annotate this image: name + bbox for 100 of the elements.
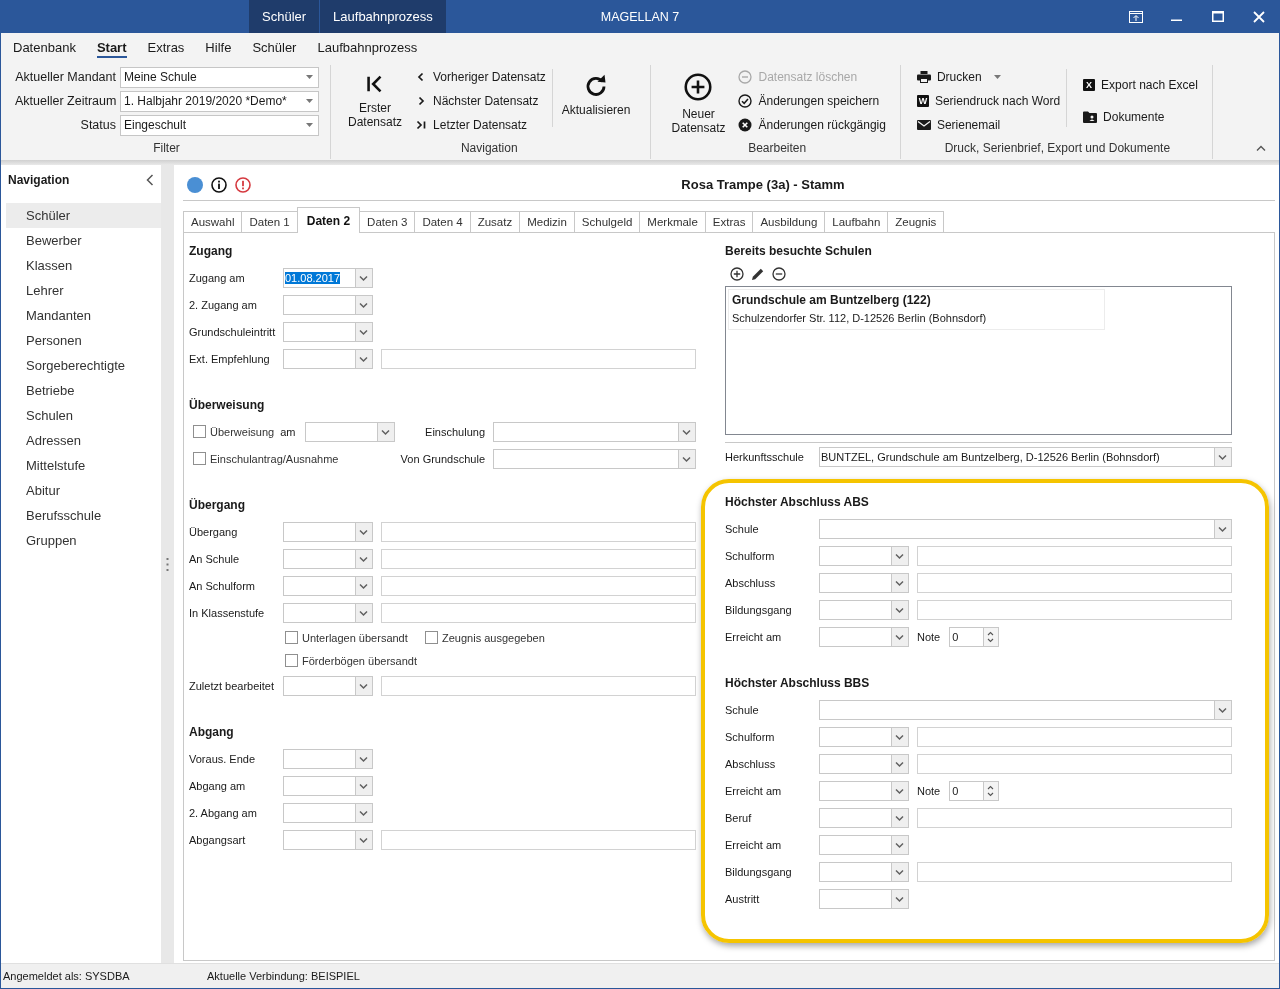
dropdown-field[interactable] — [283, 775, 373, 796]
dropdown-field[interactable] — [819, 861, 909, 882]
caret-down-icon[interactable] — [993, 75, 1001, 79]
menu-tab[interactable]: Start — [96, 37, 127, 58]
text-field[interactable] — [381, 675, 696, 696]
close-icon[interactable] — [1252, 10, 1265, 23]
text-field[interactable] — [917, 572, 1232, 593]
ribbon-button[interactable]: X Export nach Excel — [1083, 73, 1198, 97]
ribbon-button[interactable]: Aktualisieren — [558, 65, 634, 137]
dropdown-field[interactable] — [819, 888, 909, 909]
menu-tab[interactable]: Schüler — [252, 37, 297, 58]
caret-down-icon[interactable] — [306, 99, 313, 103]
dropdown-field[interactable] — [283, 548, 373, 569]
nav-item[interactable]: Schüler — [6, 203, 161, 228]
ribbon-button[interactable]: W Seriendruck nach Word — [916, 89, 1061, 113]
dropdown-field[interactable] — [283, 748, 373, 769]
dropdown-field[interactable]: BUNTZEL, Grundschule am Buntzelberg, D-12526 Berlin (Bohnsdorf) — [819, 446, 1232, 467]
dropdown-field[interactable] — [819, 726, 909, 747]
checkbox-label[interactable]: Überweisung — [210, 425, 275, 438]
grip-icon[interactable] — [166, 557, 169, 571]
menu-tab[interactable]: Extras — [147, 37, 185, 58]
dropdown-field[interactable]: 01.08.2017 — [283, 267, 373, 288]
dropdown-field[interactable] — [283, 521, 373, 542]
nav-item[interactable]: Berufsschule — [6, 503, 161, 528]
ribbon-button[interactable]: Änderungen rückgängig — [738, 113, 886, 137]
ribbon-button[interactable]: Neuer Datensatz — [668, 65, 729, 137]
dropdown-field[interactable]: Meine Schule — [120, 66, 319, 88]
tab[interactable]: Daten 2 — [296, 207, 361, 233]
ribbon-button[interactable]: Dokumente — [1083, 105, 1198, 129]
tab[interactable]: Auswahl — [183, 211, 243, 232]
dropdown-field[interactable] — [305, 421, 396, 442]
text-field[interactable] — [381, 829, 696, 850]
dropdown-field[interactable] — [819, 807, 909, 828]
checkbox[interactable] — [285, 631, 298, 644]
dropdown-field[interactable] — [493, 421, 696, 442]
text-field[interactable] — [381, 602, 696, 623]
chevron-up-icon[interactable] — [1256, 145, 1266, 151]
dropdown-field[interactable] — [283, 321, 373, 342]
ribbon-button[interactable]: Vorheriger Datensatz — [415, 65, 546, 89]
context-tab[interactable]: Laufbahnprozess — [320, 0, 446, 33]
menu-tab[interactable]: Datenbank — [13, 37, 76, 58]
dropdown-field[interactable] — [819, 780, 909, 801]
text-field[interactable] — [381, 575, 696, 596]
menu-tab[interactable]: Hilfe — [205, 37, 232, 58]
menu-tab[interactable]: Laufbahnprozess — [317, 37, 418, 58]
caret-down-icon[interactable] — [306, 123, 313, 127]
maximize-icon[interactable] — [1211, 11, 1224, 22]
nav-item[interactable]: Abitur — [6, 478, 161, 503]
dropdown-field[interactable] — [283, 294, 373, 315]
checkbox[interactable] — [425, 631, 438, 644]
nav-item[interactable]: Betriebe — [6, 378, 161, 403]
dropdown-field[interactable] — [283, 575, 373, 596]
ribbon-button[interactable]: Änderungen speichern — [738, 89, 886, 113]
dropdown-field[interactable]: Eingeschult — [120, 114, 319, 136]
number-field[interactable]: 0 — [949, 780, 1000, 801]
dropdown-field[interactable] — [283, 348, 373, 369]
nav-item[interactable]: Gruppen — [6, 528, 161, 553]
text-field[interactable] — [917, 726, 1232, 747]
dropdown-field[interactable]: 1. Halbjahr 2019/2020 *Demo* — [120, 90, 319, 112]
checkbox-label[interactable]: Einschulantrag/Ausnahme — [210, 452, 339, 465]
nav-item[interactable]: Sorgeberechtigte — [6, 353, 161, 378]
checkbox[interactable] — [193, 452, 206, 465]
dropdown-field[interactable] — [819, 572, 909, 593]
ribbon-button[interactable]: Drucken — [916, 65, 1061, 89]
pencil-icon[interactable] — [751, 267, 765, 281]
dropdown-field[interactable] — [283, 802, 373, 823]
box-arrow-up-icon[interactable] — [1128, 10, 1143, 23]
text-field[interactable] — [917, 545, 1232, 566]
school-list-item[interactable]: Grundschule am Buntzelberg (122) Schulzendorfer Str. 112, D-12526 Berlin (Bohnsdorf) — [728, 289, 1105, 330]
text-field[interactable] — [917, 807, 1232, 828]
text-field[interactable] — [381, 548, 696, 569]
nav-item[interactable]: Adressen — [6, 428, 161, 453]
text-field[interactable] — [917, 753, 1232, 774]
dropdown-field[interactable] — [819, 753, 909, 774]
dropdown-field[interactable] — [283, 675, 373, 696]
tab[interactable]: Zeugnis — [887, 211, 945, 232]
ribbon-button[interactable]: Letzter Datensatz — [415, 113, 546, 137]
nav-item[interactable]: Personen — [6, 328, 161, 353]
dropdown-field[interactable] — [819, 518, 1232, 539]
dropdown-field[interactable] — [493, 448, 696, 469]
spinner-arrows-icon[interactable] — [983, 781, 999, 800]
dropdown-field[interactable] — [819, 599, 909, 620]
nav-item[interactable]: Lehrer — [6, 278, 161, 303]
plus-circle-icon[interactable] — [730, 267, 744, 281]
dropdown-field[interactable] — [283, 829, 373, 850]
dropdown-field[interactable] — [819, 545, 909, 566]
number-field[interactable]: 0 — [949, 626, 1000, 647]
nav-item[interactable]: Mandanten — [6, 303, 161, 328]
text-field[interactable] — [917, 861, 1232, 882]
nav-item[interactable]: Klassen — [6, 253, 161, 278]
checkbox-label[interactable]: Förderbögen übersandt — [302, 654, 417, 667]
checkbox[interactable] — [285, 654, 298, 667]
nav-item[interactable]: Bewerber — [6, 228, 161, 253]
checkbox-label[interactable]: Unterlagen übersandt — [302, 631, 408, 644]
ribbon-button[interactable]: Erster Datensatz — [345, 65, 406, 137]
dropdown-field[interactable] — [819, 834, 909, 855]
nav-item[interactable]: Mittelstufe — [6, 453, 161, 478]
dropdown-field[interactable] — [819, 626, 909, 647]
text-field[interactable] — [381, 521, 696, 542]
text-field[interactable] — [917, 599, 1232, 620]
